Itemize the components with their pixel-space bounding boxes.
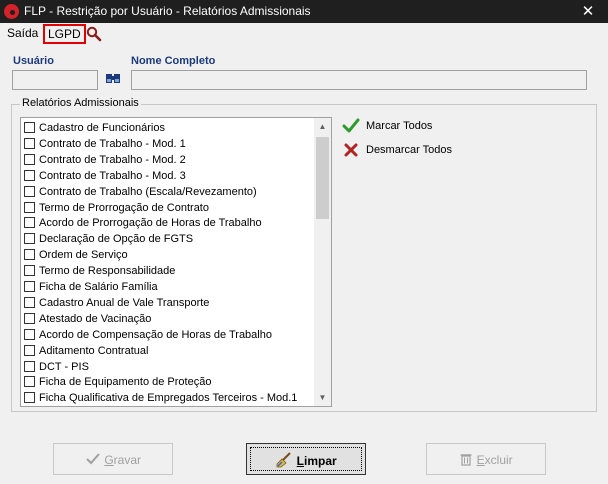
list-item[interactable]: Acordo de Compensação de Horas de Trabal… [21, 327, 313, 343]
checkbox[interactable] [24, 328, 35, 340]
menu-bar: Saída LGPD [0, 24, 608, 44]
gravar-label: ravar [113, 453, 142, 467]
menu-lgpd[interactable]: LGPD [43, 24, 86, 44]
excluir-label: xcluir [484, 453, 513, 467]
list-item[interactable]: DCT - PIS [21, 359, 313, 375]
desmarcar-todos-label: Desmarcar Todos [366, 144, 452, 156]
broom-icon [276, 452, 292, 468]
checkbox[interactable] [24, 233, 35, 245]
checkbox[interactable] [24, 281, 35, 292]
list-item-label: Acordo de Compensação de Horas de Trabal… [39, 328, 272, 341]
list-item-label: Termo de Prorrogação de Contrato [39, 201, 209, 214]
limpar-button[interactable]: Limpar [246, 443, 366, 475]
list-item-label: Cadastro Anual de Vale Transporte [39, 296, 210, 309]
list-item[interactable]: Contrato de Trabalho - Mod. 1 [21, 136, 313, 152]
list-item[interactable]: Aditamento Contratual [21, 343, 313, 359]
checkbox[interactable] [24, 392, 35, 404]
limpar-accel: L [296, 454, 304, 468]
checkmark-icon [86, 453, 100, 465]
magnifier-icon[interactable] [86, 26, 102, 42]
list-item[interactable]: Ficha Qualificativa de Empregados Tercei… [21, 390, 313, 406]
excluir-button[interactable]: Excluir [426, 443, 546, 475]
checkbox[interactable] [24, 265, 35, 277]
usuario-label: Usuário [13, 55, 54, 67]
gravar-button[interactable]: Gravar [53, 443, 173, 475]
list-item[interactable]: Acordo de Prorrogação de Horas de Trabal… [21, 215, 313, 231]
checkbox[interactable] [24, 296, 35, 308]
checkbox[interactable] [24, 201, 35, 213]
checkbox[interactable] [24, 249, 35, 261]
list-item-label: Acordo de Prorrogação de Horas de Trabal… [39, 217, 262, 230]
reports-checklist[interactable]: Cadastro de Funcionários Contrato de Trab… [20, 117, 332, 407]
list-item-label: Contrato de Trabalho - Mod. 2 [39, 153, 186, 166]
list-item[interactable]: Ordem de Serviço [21, 247, 313, 263]
menu-saida[interactable]: Saída [5, 25, 40, 41]
limpar-label: impar [304, 454, 337, 468]
checkbox[interactable] [24, 153, 35, 165]
checkbox[interactable] [24, 312, 35, 324]
list-item-label: Declaração de Opção de FGTS [39, 233, 194, 246]
list-scrollbar[interactable]: ▲ ▼ [314, 118, 331, 406]
usuario-input[interactable] [12, 70, 98, 90]
list-item[interactable]: Ficha de Equipamento de Proteção [21, 374, 313, 390]
gravar-accel: G [104, 453, 114, 467]
list-item-label: Ficha Qualificativa de Empregados Tercei… [39, 392, 298, 405]
trash-icon [460, 454, 472, 466]
excluir-accel: E [476, 453, 485, 467]
checkbox[interactable] [24, 169, 35, 181]
list-item-label: Contrato de Trabalho - Mod. 1 [39, 137, 186, 150]
window-title: FLP - Restrição por Usuário - Relatórios… [24, 4, 311, 18]
nome-completo-field [131, 70, 587, 90]
list-item[interactable]: Contrato de Trabalho (Escala/Revezamento… [21, 184, 313, 200]
list-item-label: Ficha de Salário Família [39, 281, 158, 293]
list-item[interactable]: Termo de Prorrogação de Contrato [21, 200, 313, 216]
marcar-todos-label: Marcar Todos [366, 120, 433, 132]
scroll-down-icon[interactable]: ▼ [314, 389, 331, 406]
checkbox[interactable] [24, 217, 35, 229]
list-item-label: Cadastro de Funcionários [39, 122, 165, 134]
list-item[interactable]: Termo de Responsabilidade [21, 263, 313, 279]
list-item-label: Contrato de Trabalho - Mod. 3 [39, 169, 186, 182]
list-item[interactable]: Atestado de Vacinação [21, 311, 313, 327]
x-mark-icon [344, 143, 358, 157]
app-logo-icon [4, 4, 19, 19]
list-item-label: Ordem de Serviço [39, 249, 128, 262]
list-item[interactable]: Contrato de Trabalho - Mod. 2 [21, 152, 313, 168]
checkbox[interactable] [24, 122, 35, 133]
user-lookup-icon[interactable] [104, 71, 122, 87]
reports-group-title: Relatórios Admissionais [20, 97, 141, 109]
list-item-label: Ficha de Equipamento de Proteção [39, 376, 212, 389]
title-bar: FLP - Restrição por Usuário - Relatórios… [0, 0, 608, 23]
checkbox[interactable] [24, 185, 35, 197]
list-item[interactable]: Ficha de Salário Família [21, 279, 313, 295]
list-item-label: Aditamento Contratual [39, 344, 149, 357]
list-item-label: Contrato de Trabalho (Escala/Revezamento… [39, 185, 257, 198]
list-item[interactable]: Cadastro de Funcionários [21, 120, 313, 136]
list-item-label: Termo de Responsabilidade [39, 265, 176, 278]
checkbox[interactable] [24, 344, 35, 356]
list-item[interactable]: Cadastro Anual de Vale Transporte [21, 295, 313, 311]
list-item[interactable]: Declaração de Opção de FGTS [21, 231, 313, 247]
checkbox[interactable] [24, 137, 35, 149]
close-button[interactable]: ✕ [568, 0, 608, 23]
list-item[interactable]: Contrato de Trabalho - Mod. 3 [21, 168, 313, 184]
checkbox[interactable] [24, 376, 35, 388]
scroll-up-icon[interactable]: ▲ [314, 118, 331, 135]
nome-completo-label: Nome Completo [131, 55, 216, 67]
checkmark-icon [342, 118, 360, 133]
list-item-label: Atestado de Vacinação [39, 312, 152, 325]
scroll-thumb[interactable] [316, 137, 329, 219]
checkbox[interactable] [24, 360, 35, 372]
list-item-label: DCT - PIS [39, 360, 89, 373]
